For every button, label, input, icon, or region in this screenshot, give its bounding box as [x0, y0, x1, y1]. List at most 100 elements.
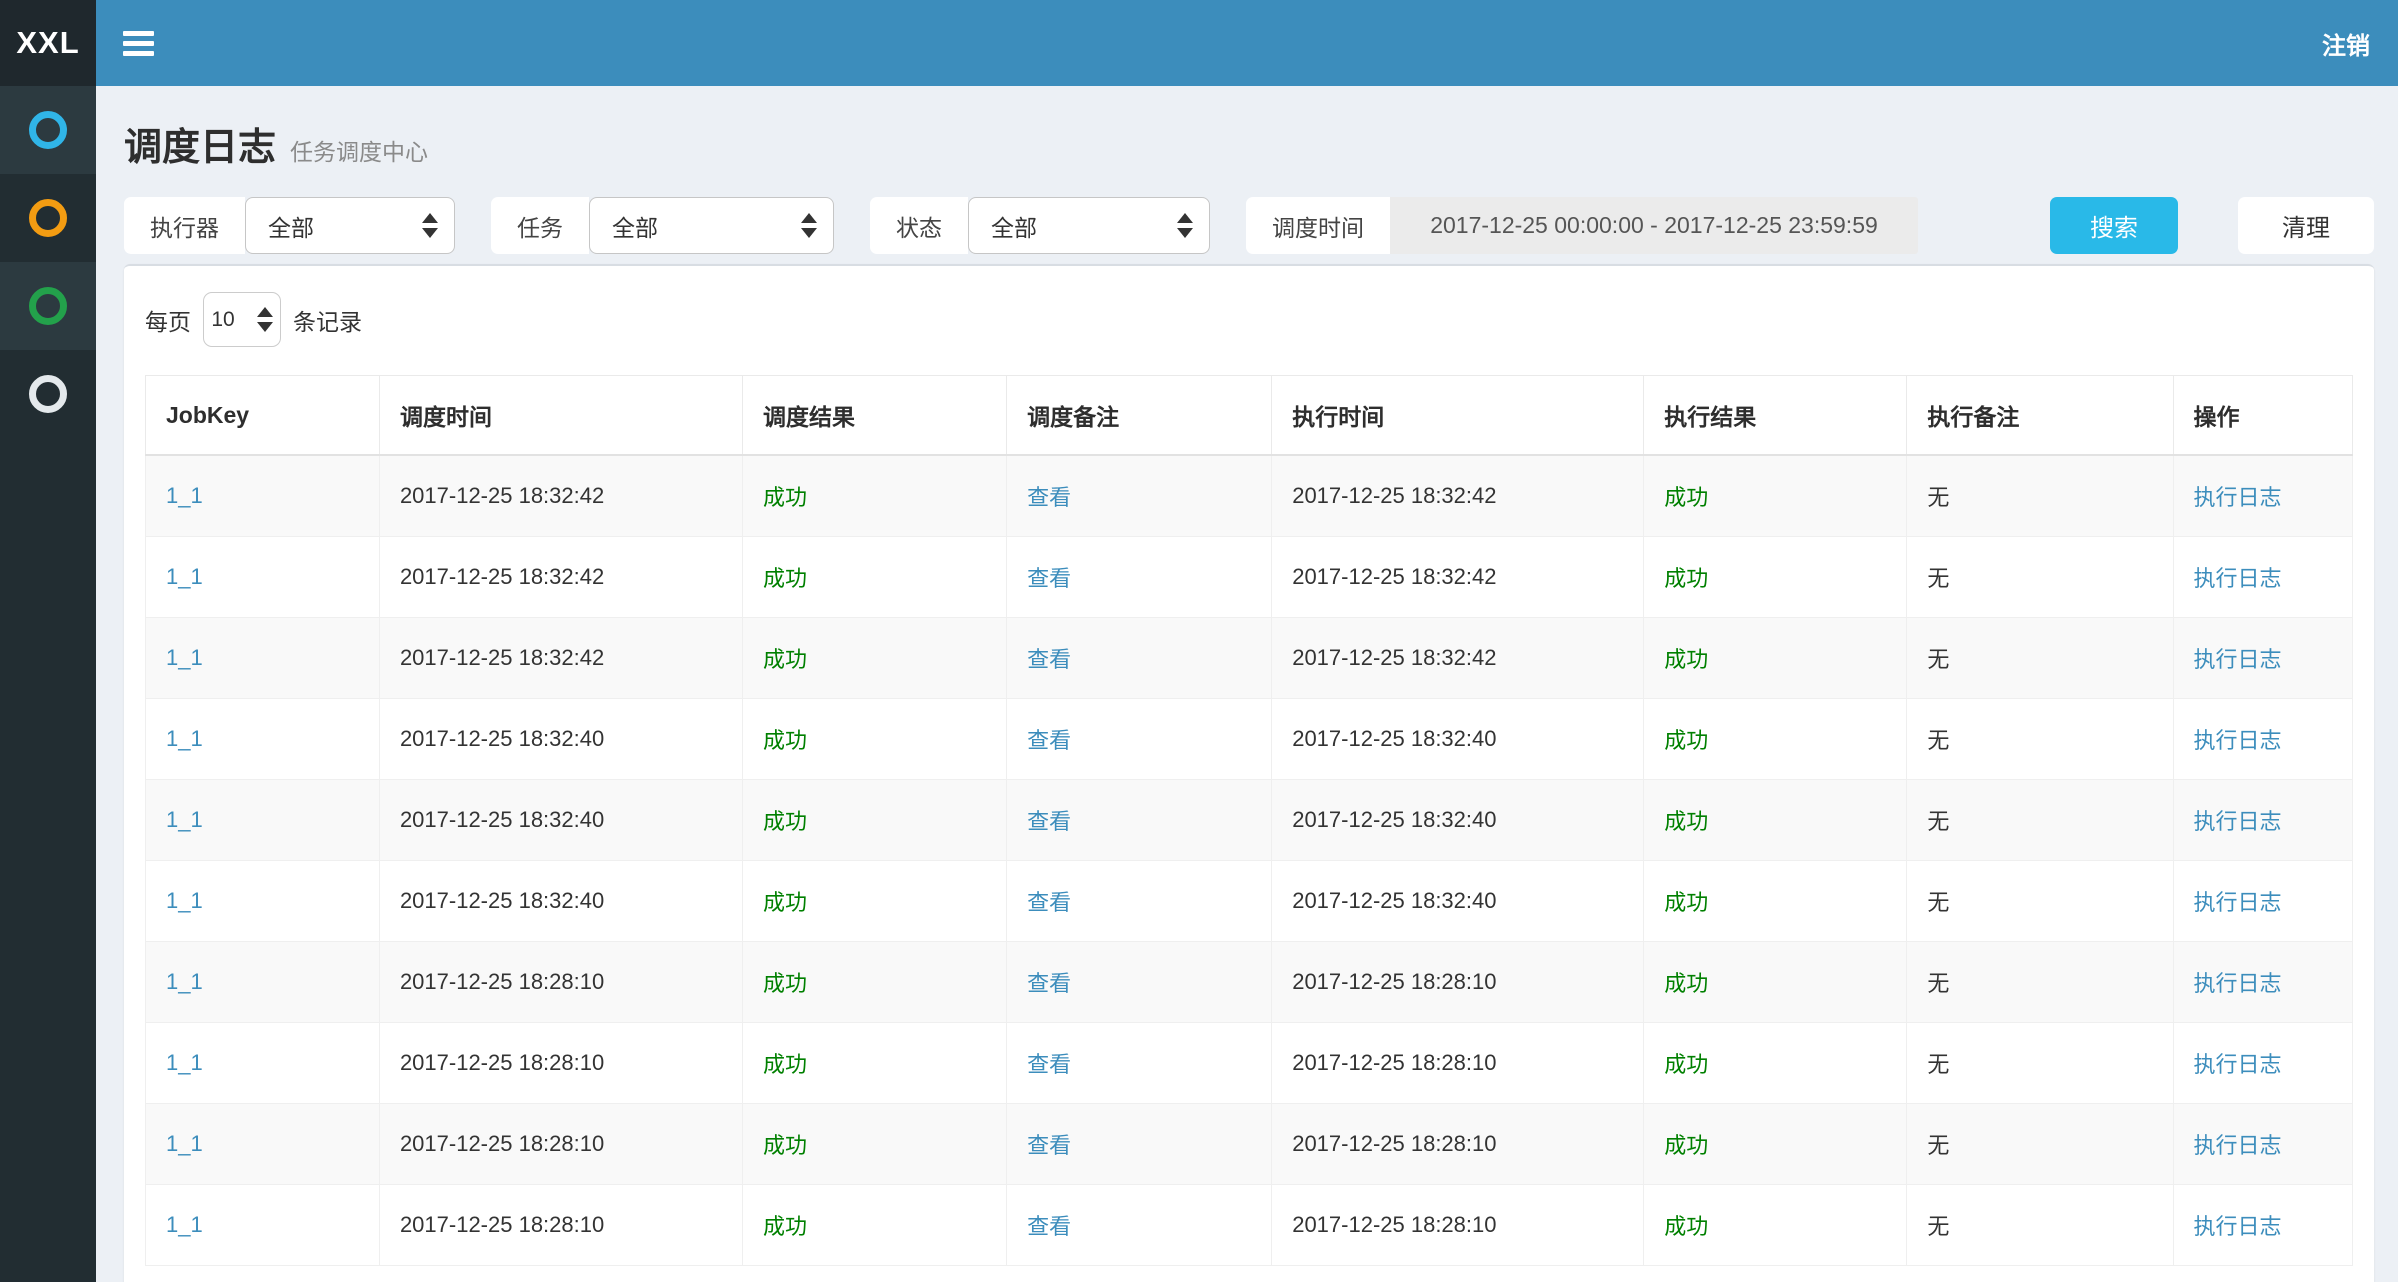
exec-remark-cell: 无 [1907, 618, 2173, 699]
dispatch-remark-link[interactable]: 查看 [1007, 942, 1272, 1023]
select-arrows-icon [257, 307, 273, 332]
exec-result-cell: 成功 [1644, 699, 1907, 780]
table-header-row: JobKey调度时间调度结果调度备注执行时间执行结果执行备注操作 [146, 376, 2353, 456]
exec-remark-cell: 无 [1907, 1023, 2173, 1104]
column-header: 执行备注 [1907, 376, 2173, 456]
exec-log-link[interactable]: 执行日志 [2173, 1023, 2352, 1104]
dispatch-result-cell: 成功 [742, 1104, 1006, 1185]
exec-time-cell: 2017-12-25 18:32:42 [1272, 455, 1644, 537]
circle-icon [29, 375, 67, 413]
table-row: 1_12017-12-25 18:28:10成功查看2017-12-25 18:… [146, 942, 2353, 1023]
dispatch-result-cell: 成功 [742, 1185, 1006, 1266]
job-select[interactable]: 全部 [589, 197, 834, 254]
executor-select[interactable]: 全部 [245, 197, 455, 254]
dispatch-remark-link[interactable]: 查看 [1007, 455, 1272, 537]
select-arrows-icon [801, 213, 817, 238]
jobkey-link[interactable]: 1_1 [146, 618, 380, 699]
dispatch-result-cell: 成功 [742, 861, 1006, 942]
executor-filter-label: 执行器 [124, 197, 245, 254]
dispatch-remark-link[interactable]: 查看 [1007, 618, 1272, 699]
job-filter-group: 任务 全部 [491, 197, 834, 254]
logout-link[interactable]: 注销 [2322, 26, 2370, 61]
exec-result-cell: 成功 [1644, 861, 1907, 942]
column-header: 调度备注 [1007, 376, 1272, 456]
page-size-row: 每页 10 条记录 [145, 292, 2353, 347]
exec-log-link[interactable]: 执行日志 [2173, 942, 2352, 1023]
exec-log-link[interactable]: 执行日志 [2173, 537, 2352, 618]
dispatch-remark-link[interactable]: 查看 [1007, 1185, 1272, 1266]
executor-select-value: 全部 [268, 209, 408, 243]
dispatch-time-cell: 2017-12-25 18:32:40 [379, 699, 742, 780]
dispatch-time-cell: 2017-12-25 18:32:40 [379, 861, 742, 942]
dispatch-remark-link[interactable]: 查看 [1007, 1104, 1272, 1185]
hamburger-menu-icon[interactable] [123, 31, 154, 56]
dispatch-result-cell: 成功 [742, 618, 1006, 699]
exec-time-cell: 2017-12-25 18:28:10 [1272, 1023, 1644, 1104]
exec-log-link[interactable]: 执行日志 [2173, 455, 2352, 537]
jobkey-link[interactable]: 1_1 [146, 699, 380, 780]
dispatch-remark-link[interactable]: 查看 [1007, 780, 1272, 861]
jobkey-link[interactable]: 1_1 [146, 1104, 380, 1185]
exec-time-cell: 2017-12-25 18:32:40 [1272, 699, 1644, 780]
time-range-input[interactable] [1390, 197, 1918, 254]
exec-result-cell: 成功 [1644, 780, 1907, 861]
top-navbar: XXL 注销 [0, 0, 2398, 86]
exec-time-cell: 2017-12-25 18:32:40 [1272, 780, 1644, 861]
sidebar-item-4[interactable] [0, 350, 96, 438]
dispatch-remark-link[interactable]: 查看 [1007, 537, 1272, 618]
exec-log-link[interactable]: 执行日志 [2173, 1185, 2352, 1266]
exec-time-cell: 2017-12-25 18:32:42 [1272, 618, 1644, 699]
jobkey-link[interactable]: 1_1 [146, 1185, 380, 1266]
exec-log-link[interactable]: 执行日志 [2173, 780, 2352, 861]
table-row: 1_12017-12-25 18:32:40成功查看2017-12-25 18:… [146, 780, 2353, 861]
dispatch-time-cell: 2017-12-25 18:32:40 [379, 780, 742, 861]
jobkey-link[interactable]: 1_1 [146, 1023, 380, 1104]
sidebar-item-2[interactable] [0, 174, 96, 262]
exec-log-link[interactable]: 执行日志 [2173, 618, 2352, 699]
filter-bar: 执行器 全部 任务 全部 状态 全部 调度时间 搜索 [96, 189, 2398, 254]
search-button[interactable]: 搜索 [2050, 197, 2178, 254]
column-header: 执行时间 [1272, 376, 1644, 456]
dispatch-result-cell: 成功 [742, 1023, 1006, 1104]
exec-log-link[interactable]: 执行日志 [2173, 699, 2352, 780]
job-filter-label: 任务 [491, 197, 589, 254]
status-filter-label: 状态 [870, 197, 968, 254]
jobkey-link[interactable]: 1_1 [146, 455, 380, 537]
dispatch-remark-link[interactable]: 查看 [1007, 861, 1272, 942]
status-select[interactable]: 全部 [968, 197, 1210, 254]
column-header: 调度结果 [742, 376, 1006, 456]
circle-icon [29, 111, 67, 149]
sidebar-item-3[interactable] [0, 262, 96, 350]
page-size-value: 10 [211, 308, 234, 332]
dispatch-time-cell: 2017-12-25 18:28:10 [379, 1104, 742, 1185]
log-table-body: 1_12017-12-25 18:32:42成功查看2017-12-25 18:… [146, 455, 2353, 1266]
exec-time-cell: 2017-12-25 18:28:10 [1272, 1185, 1644, 1266]
jobkey-link[interactable]: 1_1 [146, 537, 380, 618]
exec-remark-cell: 无 [1907, 1104, 2173, 1185]
exec-result-cell: 成功 [1644, 1023, 1907, 1104]
page-size-suffix: 条记录 [293, 303, 362, 337]
table-row: 1_12017-12-25 18:32:42成功查看2017-12-25 18:… [146, 537, 2353, 618]
jobkey-link[interactable]: 1_1 [146, 780, 380, 861]
jobkey-link[interactable]: 1_1 [146, 942, 380, 1023]
exec-time-cell: 2017-12-25 18:28:10 [1272, 942, 1644, 1023]
dispatch-time-cell: 2017-12-25 18:32:42 [379, 455, 742, 537]
page-size-select[interactable]: 10 [203, 292, 281, 347]
navbar-main: 注销 [96, 0, 2398, 86]
sidebar-item-1[interactable] [0, 86, 96, 174]
clean-button[interactable]: 清理 [2238, 197, 2374, 254]
exec-time-cell: 2017-12-25 18:28:10 [1272, 1104, 1644, 1185]
exec-log-link[interactable]: 执行日志 [2173, 1104, 2352, 1185]
executor-filter-group: 执行器 全部 [124, 197, 455, 254]
exec-log-link[interactable]: 执行日志 [2173, 861, 2352, 942]
dispatch-time-cell: 2017-12-25 18:28:10 [379, 942, 742, 1023]
page-size-prefix: 每页 [145, 303, 191, 337]
select-arrows-icon [422, 213, 438, 238]
time-filter-label: 调度时间 [1246, 197, 1390, 254]
jobkey-link[interactable]: 1_1 [146, 861, 380, 942]
table-row: 1_12017-12-25 18:28:10成功查看2017-12-25 18:… [146, 1185, 2353, 1266]
dispatch-remark-link[interactable]: 查看 [1007, 699, 1272, 780]
dispatch-remark-link[interactable]: 查看 [1007, 1023, 1272, 1104]
exec-remark-cell: 无 [1907, 780, 2173, 861]
page-subtitle: 任务调度中心 [290, 133, 428, 167]
